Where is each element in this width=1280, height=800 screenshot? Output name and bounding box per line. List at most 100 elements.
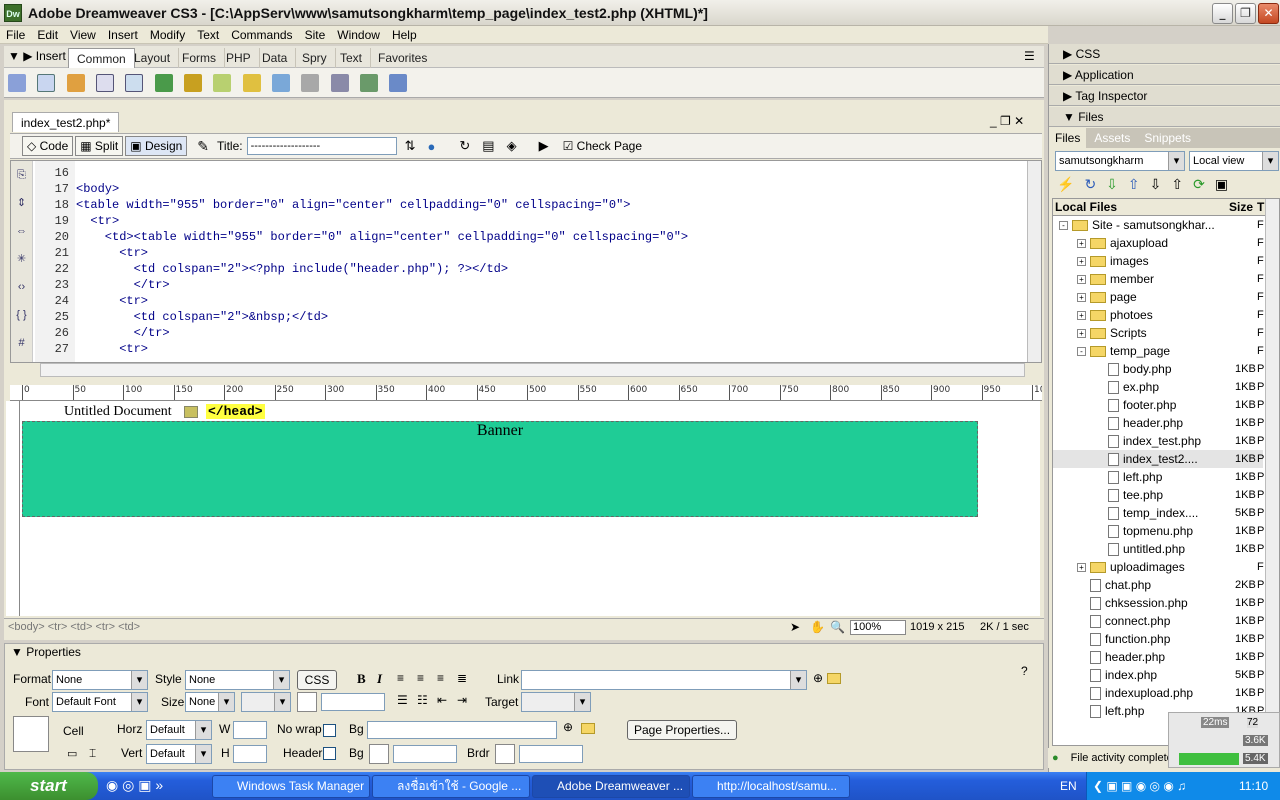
text-color-field[interactable] [321,693,385,711]
file-row[interactable]: left.php 1KB P [1053,468,1264,486]
file-row[interactable]: indexupload.php 1KB P [1053,684,1264,702]
tray-icons[interactable]: ❮ ▣ ▣ ◉ ◎ ◉ ♫ [1093,772,1186,800]
head-content-icon[interactable] [184,406,198,418]
bold-button[interactable]: B [357,671,366,687]
code-line[interactable]: <tr> [76,341,148,357]
file-management-icon[interactable]: ⇅ [405,138,416,154]
tag-selector[interactable]: <body> <tr> <td> <tr> <td> [8,621,140,633]
file-row[interactable]: untitled.php 1KB P [1053,540,1264,558]
panel-options-icon[interactable]: ☰ [1024,49,1035,63]
file-row[interactable]: index.php 5KB P [1053,666,1264,684]
folder-row[interactable]: + member F [1053,270,1264,288]
tab-spry[interactable]: Spry [294,48,336,68]
tab-data[interactable]: Data [254,48,297,68]
file-row[interactable]: topmenu.php 1KB P [1053,522,1264,540]
folder-row[interactable]: + images F [1053,252,1264,270]
view-options-icon[interactable]: ▤ [482,138,494,154]
task-dreamweaver[interactable]: Adobe Dreamweaver ... [532,775,690,798]
file-row[interactable]: index_test2.... 1KB P [1053,450,1264,468]
size-select[interactable]: None [185,692,235,712]
folder-row[interactable]: + ajaxupload F [1053,234,1264,252]
zoom-tool-icon[interactable]: 🔍 [830,620,845,634]
panel-tag-inspector[interactable]: ▶ Tag Inspector [1049,86,1280,106]
ordered-list-icon[interactable]: ☷ [417,693,428,707]
expand-toggle-icon[interactable]: + [1077,563,1086,573]
menu-file[interactable]: File [0,26,31,44]
file-row[interactable]: tee.php 1KB P [1053,486,1264,504]
comment-icon[interactable] [272,74,291,92]
close-button[interactable]: ✕ [1258,3,1279,24]
page-properties-button[interactable]: Page Properties... [627,720,738,740]
menu-help[interactable]: Help [386,26,423,44]
tab-text[interactable]: Text [332,48,372,68]
check-in-icon[interactable]: ⇧ [1171,176,1183,193]
css-button[interactable]: CSS [297,670,337,690]
validate-markup-icon[interactable]: ▶ [539,138,549,154]
start-button[interactable]: start [0,772,98,800]
text-indent-icon[interactable]: ⇥ [457,693,467,707]
format-select[interactable]: None [52,670,148,690]
split-cell-icon[interactable]: ⌶ [89,746,96,761]
font-select[interactable]: Default Font [52,692,148,712]
split-view-button[interactable]: ▦ Split [75,136,124,156]
image-icon[interactable] [154,74,173,92]
code-view-button[interactable]: ◇ Code [22,136,74,156]
align-left-icon[interactable]: ≡ [397,671,404,685]
tab-snippets[interactable]: Snippets [1138,131,1197,145]
head-tag-marker[interactable]: </head> [206,404,265,419]
unordered-list-icon[interactable]: ☰ [397,693,408,707]
folder-row[interactable]: - temp_page F [1053,342,1264,360]
hyperlink-icon[interactable] [8,74,26,92]
style-select[interactable]: None [185,670,290,690]
file-activity-text[interactable]: File activity complete [1071,752,1173,764]
align-right-icon[interactable]: ≡ [437,671,444,685]
italic-button[interactable]: I [377,671,382,687]
border-color-picker[interactable] [495,744,515,764]
named-anchor-icon[interactable] [66,74,85,92]
document-tab[interactable]: index_test2.php* [12,112,120,132]
minimize-button[interactable]: _ [1212,3,1233,24]
panel-application[interactable]: ▶ Application [1049,65,1280,85]
task-google-chrome[interactable]: ลงชื่อเข้าใช้ - Google ... [372,775,530,798]
browse-folder-icon[interactable] [827,673,841,684]
zoom-select[interactable]: 100% [850,620,906,635]
site-select[interactable]: samutsongkharm [1055,151,1185,171]
help-icon[interactable]: ? [1021,664,1028,678]
code-line[interactable]: <td colspan="2">&nbsp;</td> [76,309,328,325]
expand-toggle-icon[interactable]: + [1077,239,1086,249]
tab-common[interactable]: Common [68,48,135,68]
connect-icon[interactable]: ⚡ [1057,176,1074,193]
bg-image-field[interactable] [367,721,557,739]
border-color-field[interactable] [519,745,583,763]
task-windows-task-manager[interactable]: Windows Task Manager [212,775,370,798]
header-checkbox[interactable] [323,747,336,760]
file-row[interactable]: footer.php 1KB P [1053,396,1264,414]
expand-toggle-icon[interactable]: - [1059,221,1068,231]
expand-toggle-icon[interactable]: + [1077,257,1086,267]
server-side-include-icon[interactable] [242,74,261,92]
menu-text[interactable]: Text [191,26,225,44]
get-files-icon[interactable]: ⇩ [1106,176,1118,193]
code-view[interactable]: ⎘ ⇕ ⇔ ✳ ‹›{ } # 16 17 18 19 20 21 22 23 24 25… [10,160,1042,363]
tab-files[interactable]: Files [1049,128,1087,148]
code-vertical-scrollbar[interactable] [1027,161,1041,362]
refresh-icon[interactable]: ↻ [1084,176,1096,193]
file-row[interactable]: chat.php 2KB P [1053,576,1264,594]
insert-panel-label[interactable]: ▼ ▶ Insert [8,49,66,63]
code-line[interactable]: <tr> [76,245,148,261]
menu-modify[interactable]: Modify [144,26,191,44]
file-row[interactable]: temp_index.... 5KB P [1053,504,1264,522]
code-tools-icons[interactable]: ⎘ ⇕ ⇔ ✳ ‹›{ } # [11,161,32,357]
put-files-icon[interactable]: ⇧ [1128,176,1140,193]
type-column[interactable]: T [1257,199,1264,215]
nowrap-checkbox[interactable] [323,724,336,737]
visual-aids-icon[interactable]: ◈ [507,138,517,154]
menu-edit[interactable]: Edit [31,26,64,44]
folder-row[interactable]: - Site - samutsongkhar... F [1053,216,1264,234]
expand-toggle-icon[interactable]: + [1077,293,1086,303]
div-icon[interactable] [125,74,144,92]
tab-favorites[interactable]: Favorites [370,48,435,68]
task-localhost-browser[interactable]: http://localhost/samu... [692,775,850,798]
expand-toggle-icon[interactable]: + [1077,311,1086,321]
file-row[interactable]: chksession.php 1KB P [1053,594,1264,612]
